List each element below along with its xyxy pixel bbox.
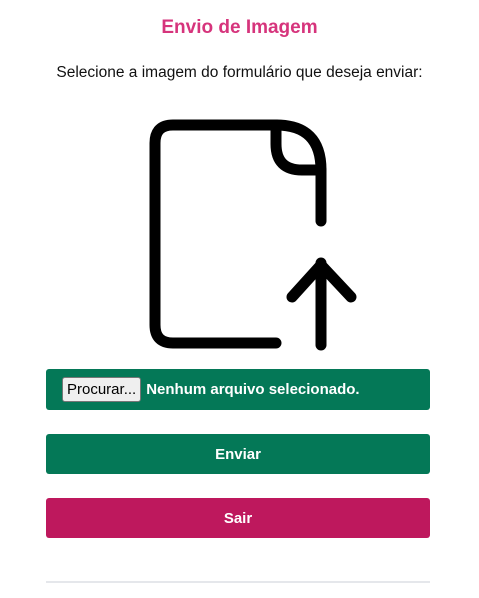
- divider: [46, 581, 430, 583]
- send-button[interactable]: Enviar: [46, 434, 430, 474]
- page-title: Envio de Imagem: [161, 17, 318, 38]
- instruction-text: Selecione a imagem do formulário que des…: [56, 64, 423, 81]
- file-status-text: Nenhum arquivo selecionado.: [146, 381, 360, 398]
- file-input[interactable]: Procurar... Nenhum arquivo selecionado.: [46, 369, 430, 410]
- browse-button[interactable]: Procurar...: [62, 377, 142, 402]
- exit-button[interactable]: Sair: [46, 498, 430, 538]
- file-upload-icon: [149, 119, 357, 351]
